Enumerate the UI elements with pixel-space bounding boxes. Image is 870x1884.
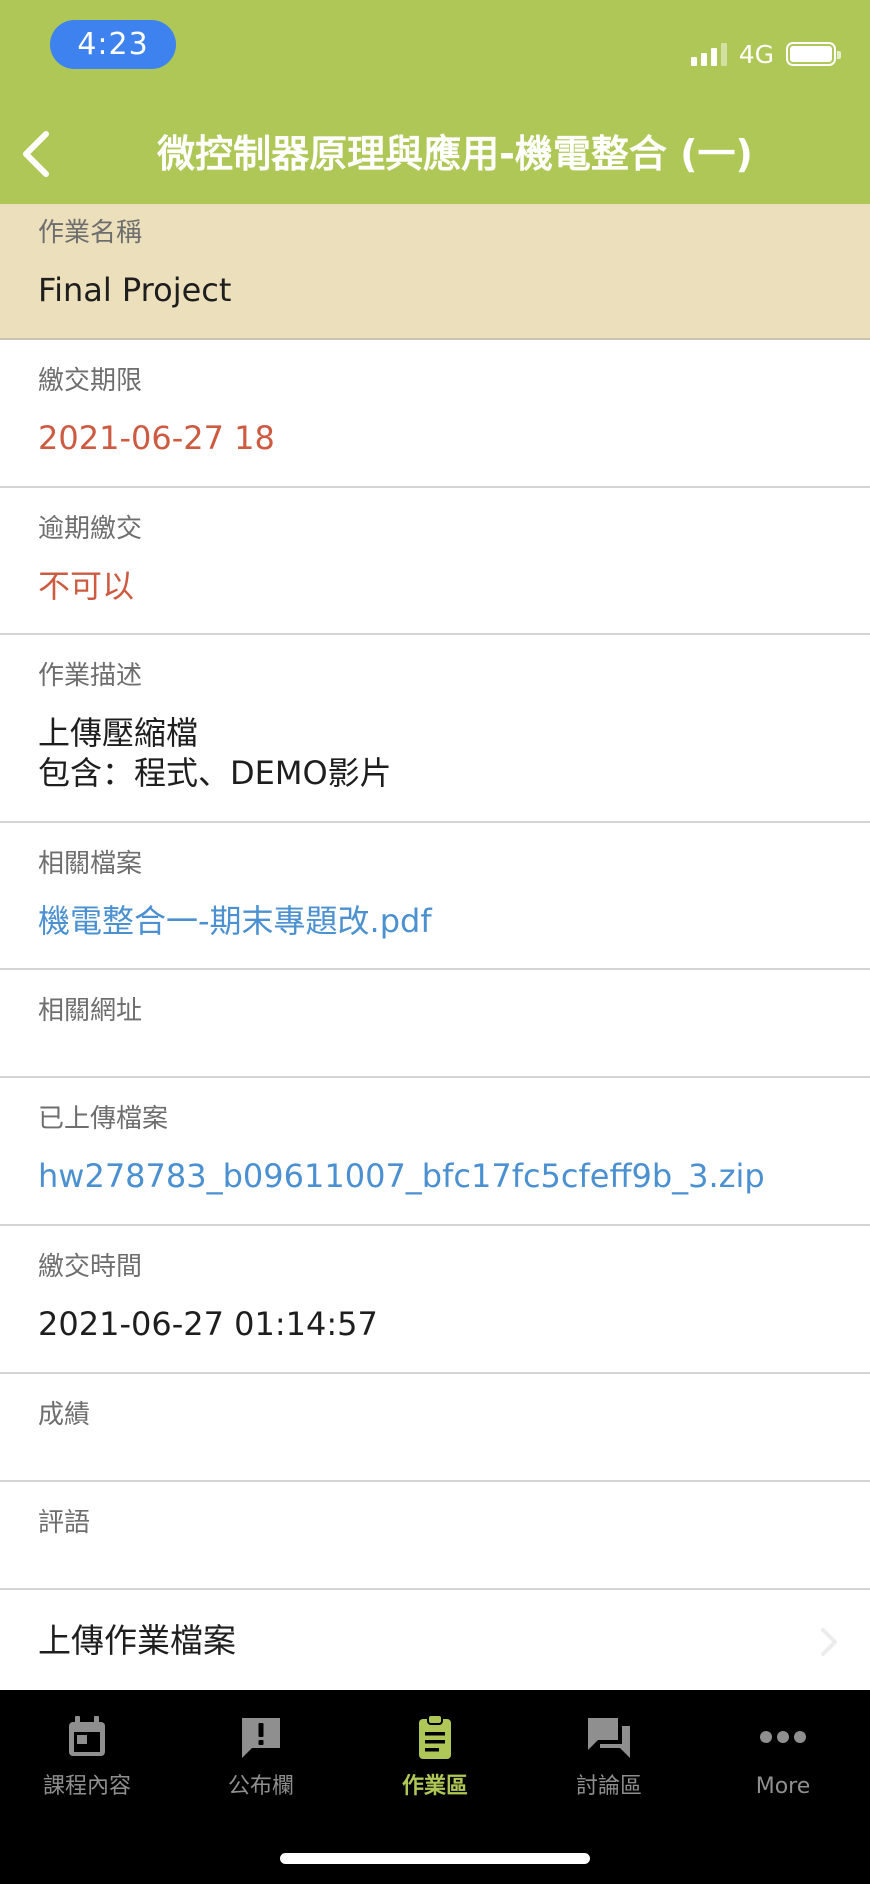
late-submission-label: 逾期繳交 [38, 514, 143, 544]
tab-label: 課程內容 [42, 1774, 131, 1799]
more-icon [760, 1731, 806, 1743]
assignment-name-label: 作業名稱 [38, 218, 143, 248]
tab-label: 公布欄 [227, 1774, 294, 1799]
grade-row: 成績 [0, 1374, 870, 1482]
tab-discussion[interactable]: 討論區 [522, 1690, 696, 1820]
related-urls-label: 相關網址 [38, 996, 143, 1026]
deadline-label: 繳交期限 [38, 366, 143, 396]
late-submission-row: 逾期繳交 不可以 [0, 488, 870, 635]
description-label: 作業描述 [38, 661, 143, 691]
tab-label: More [755, 1774, 811, 1799]
description-line-1: 上傳壓縮檔 [38, 714, 199, 752]
app-header: 4:23 4G 微控制器原理與應用-機電整合 (一) [0, 0, 870, 204]
tab-course-content[interactable]: 課程內容 [0, 1690, 174, 1820]
uploaded-file-link[interactable]: hw278783_b09611007_bfc17fc5cfeff9b_3.zip [38, 1156, 765, 1196]
tab-announcements[interactable]: 公布欄 [174, 1690, 348, 1820]
tab-more[interactable]: More [696, 1690, 870, 1820]
bottom-tab-bar: 課程內容 公布欄 作業區 討論區 More [0, 1690, 870, 1884]
assignment-name-value: Final Project [38, 271, 232, 309]
submission-time-row: 繳交時間 2021-06-27 01:14:57 [0, 1226, 870, 1374]
battery-icon [786, 42, 841, 66]
comment-row: 評語 [0, 1482, 870, 1590]
calendar-icon [69, 1716, 105, 1756]
comment-label: 評語 [38, 1508, 91, 1538]
related-urls-row: 相關網址 [0, 970, 870, 1078]
description-line-2: 包含：程式、DEMO影片 [38, 754, 392, 792]
late-submission-value: 不可以 [38, 567, 135, 605]
back-button[interactable] [14, 126, 64, 182]
submission-time-label: 繳交時間 [38, 1252, 143, 1282]
chevron-left-icon [23, 131, 49, 177]
tab-label: 討論區 [575, 1774, 642, 1799]
clipboard-icon [419, 1714, 451, 1759]
tab-label: 作業區 [401, 1774, 468, 1799]
tab-assignments[interactable]: 作業區 [348, 1690, 522, 1820]
announcement-icon [242, 1718, 280, 1758]
network-type: 4G [738, 39, 774, 69]
forum-icon [588, 1718, 630, 1758]
related-file-link[interactable]: 機電整合一-期末專題改.pdf [38, 901, 432, 941]
submission-time-value: 2021-06-27 01:14:57 [38, 1305, 378, 1343]
deadline-row: 繳交期限 2021-06-27 18 [0, 340, 870, 488]
assignment-detail-screen: 4:23 4G 微控制器原理與應用-機電整合 (一) 作業名稱 Final Pr… [0, 0, 870, 1884]
deadline-value: 2021-06-27 18 [38, 419, 275, 457]
grade-label: 成績 [38, 1400, 91, 1430]
uploaded-file-row: 已上傳檔案 hw278783_b09611007_bfc17fc5cfeff9b… [0, 1078, 870, 1226]
assignment-name-row: 作業名稱 Final Project [0, 204, 870, 340]
status-indicators: 4G [690, 37, 841, 71]
upload-assignment-button[interactable]: 上傳作業檔案 [0, 1590, 870, 1690]
chevron-right-icon [821, 1628, 837, 1656]
signal-icon [690, 42, 727, 66]
uploaded-file-label: 已上傳檔案 [38, 1104, 169, 1134]
description-row: 作業描述 上傳壓縮檔 包含：程式、DEMO影片 [0, 635, 870, 823]
related-files-label: 相關檔案 [38, 849, 143, 879]
related-files-row: 相關檔案 機電整合一-期末專題改.pdf [0, 823, 870, 970]
page-title: 微控制器原理與應用-機電整合 (一) [157, 132, 753, 176]
upload-assignment-label: 上傳作業檔案 [38, 1621, 236, 1660]
home-indicator[interactable] [280, 1853, 590, 1864]
status-time: 4:23 [50, 20, 176, 69]
